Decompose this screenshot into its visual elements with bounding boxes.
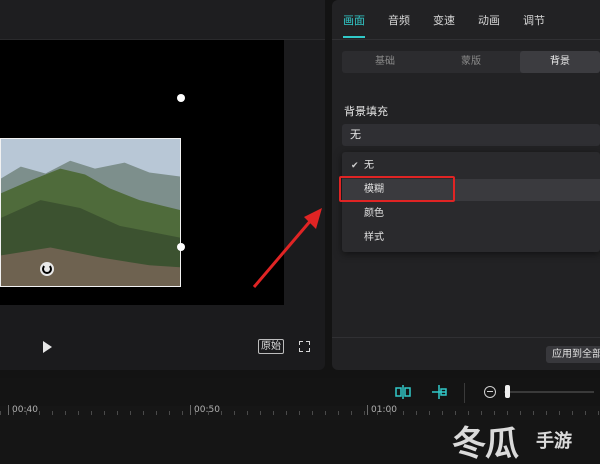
option-style[interactable]: 样式 — [342, 227, 600, 249]
option-style-label: 样式 — [364, 232, 384, 243]
video-preview[interactable] — [0, 40, 284, 305]
ruler-major-tick — [367, 405, 368, 415]
timeline-toolbar — [0, 378, 600, 408]
subtab-basic[interactable]: 基础 — [342, 51, 428, 73]
apply-to-all-button[interactable]: 应用到全部 — [546, 346, 600, 363]
option-none-label: 无 — [364, 160, 374, 171]
mountain-landscape-image — [1, 139, 180, 286]
video-clip-frame[interactable] — [0, 138, 181, 287]
watermark-logo: 冬瓜 手游 — [452, 412, 600, 464]
ruler-label-0050: 00:50 — [194, 405, 220, 415]
tab-speed[interactable]: 变速 — [433, 12, 455, 28]
option-color[interactable]: 颜色 — [342, 203, 600, 225]
tab-picture[interactable]: 画面 — [343, 12, 365, 38]
subtab-background[interactable]: 背景 — [520, 51, 600, 73]
rotate-icon[interactable] — [40, 262, 54, 276]
toolbar-divider — [464, 383, 465, 403]
tab-animation[interactable]: 动画 — [478, 12, 500, 28]
zoom-slider-track[interactable] — [504, 391, 594, 393]
zoom-slider-thumb[interactable] — [505, 385, 510, 398]
player-header — [0, 0, 325, 40]
subtab-segmented-control: 基础 蒙版 背景 — [342, 51, 600, 73]
option-none[interactable]: ✔ 无 — [342, 155, 600, 177]
play-button[interactable] — [40, 338, 54, 356]
properties-tabs: 画面 音频 变速 动画 调节 — [332, 0, 600, 40]
ruler-label-0040: 00:40 — [12, 405, 38, 415]
split-right-icon[interactable] — [430, 384, 448, 400]
check-icon: ✔ — [351, 161, 359, 171]
resize-handle-bottom-right[interactable] — [177, 243, 185, 251]
aspect-ratio-button[interactable]: 原始 — [258, 339, 284, 354]
app-window: 原始 画面 音频 变速 动画 调节 基础 蒙版 背景 背景填充 无 ✔ 无 模糊… — [0, 0, 600, 464]
background-fill-dropdown: ✔ 无 模糊 颜色 样式 — [342, 152, 600, 252]
watermark-main-text: 冬瓜 — [452, 424, 519, 464]
ruler-major-tick — [8, 405, 9, 415]
annotation-highlight-box — [339, 176, 455, 202]
panel-footer-divider — [332, 337, 600, 338]
ruler-label-0100: 01:00 — [371, 405, 397, 415]
split-left-icon[interactable] — [394, 384, 412, 400]
player-panel: 原始 — [0, 0, 325, 370]
background-fill-label: 背景填充 — [344, 105, 388, 118]
ruler-major-tick — [190, 405, 191, 415]
fullscreen-icon[interactable] — [299, 341, 310, 352]
tab-audio[interactable]: 音频 — [388, 12, 410, 28]
subtab-mask[interactable]: 蒙版 — [428, 51, 514, 73]
option-color-label: 颜色 — [364, 208, 384, 219]
zoom-out-icon[interactable] — [484, 386, 496, 398]
watermark-sub-text: 手游 — [536, 431, 572, 452]
annotation-arrow-icon — [252, 208, 322, 288]
resize-handle-top-right[interactable] — [177, 94, 185, 102]
tab-adjust[interactable]: 调节 — [523, 12, 545, 28]
background-fill-select[interactable]: 无 — [342, 124, 600, 146]
